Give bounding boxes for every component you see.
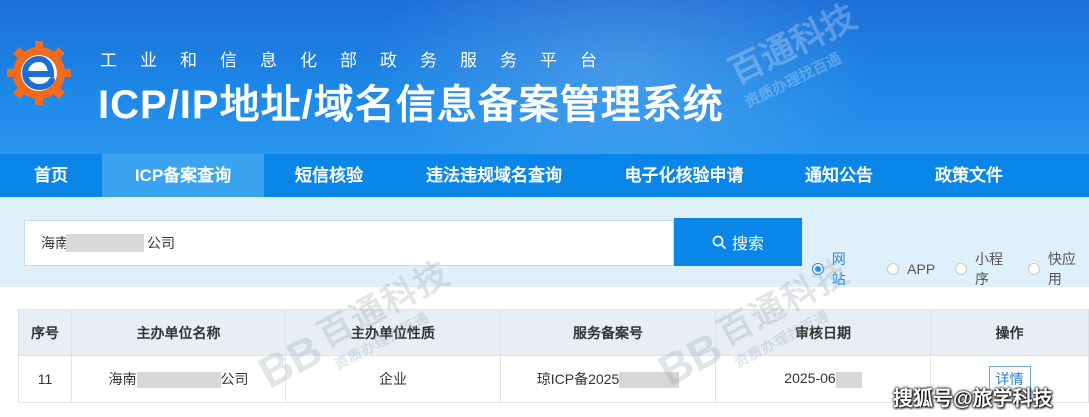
col-header-index: 序号 [18, 309, 72, 356]
search-value-prefix: 海南 [41, 235, 69, 251]
nav-item-notices[interactable]: 通知公告 [774, 154, 904, 197]
cell-name-prefix: 海南 [108, 371, 137, 387]
cell-index: 11 [18, 355, 72, 403]
name-redaction [136, 372, 221, 389]
radio-quickapp[interactable]: 快应用 [1028, 249, 1089, 289]
search-button-label: 搜索 [731, 236, 764, 253]
cell-date-prefix: 2025-06 [784, 370, 836, 387]
nav-item-policies[interactable]: 政策文件 [904, 154, 1034, 197]
radio-label-app: APP [907, 261, 936, 277]
date-redaction [835, 371, 862, 388]
radio-dot-icon [1028, 263, 1040, 275]
search-icon [712, 235, 726, 249]
search-button[interactable]: 搜索 [674, 218, 802, 266]
radio-miniprogram[interactable]: 小程序 [955, 249, 1016, 289]
cell-name: 海南 公司 [71, 355, 286, 403]
platform-subtitle: 工业和信息化部政务服务平台 [100, 51, 620, 70]
col-header-action: 操作 [930, 309, 1089, 356]
radio-label-quickapp: 快应用 [1047, 251, 1076, 287]
nav-item-illegal-domain[interactable]: 违法违规域名查询 [394, 154, 594, 197]
radio-app[interactable]: APP [887, 261, 935, 277]
search-value-suffix: 公司 [147, 235, 175, 251]
radio-dot-icon [887, 263, 900, 275]
table-header-row: 序号 主办单位名称 主办单位性质 服务备案号 审核日期 操作 [18, 309, 1089, 356]
nav-item-icp-query[interactable]: ICP备案查询 [102, 154, 264, 197]
radio-dot-icon [955, 263, 967, 275]
search-redaction [66, 234, 144, 252]
header-banner: 工业和信息化部政务服务平台 ICP/IP地址/域名信息备案管理系统 百通科技 资… [0, 0, 1089, 154]
nav-item-sms-verify[interactable]: 短信核验 [264, 154, 394, 197]
radio-label-miniprogram: 小程序 [974, 251, 1003, 287]
miit-logo-icon [7, 41, 71, 105]
cell-record-prefix: 琼ICP备2025 [536, 371, 620, 387]
cell-name-suffix: 公司 [220, 371, 249, 387]
nav-item-home[interactable]: 首页 [0, 154, 102, 197]
system-title: ICP/IP地址/域名信息备案管理系统 [98, 83, 724, 127]
main-nav: 首页 ICP备案查询 短信核验 违法违规域名查询 电子化核验申请 通知公告 政策… [0, 154, 1089, 197]
nav-item-e-verify[interactable]: 电子化核验申请 [594, 154, 774, 197]
source-watermark: 搜狐号@旅学科技 [893, 388, 1053, 410]
